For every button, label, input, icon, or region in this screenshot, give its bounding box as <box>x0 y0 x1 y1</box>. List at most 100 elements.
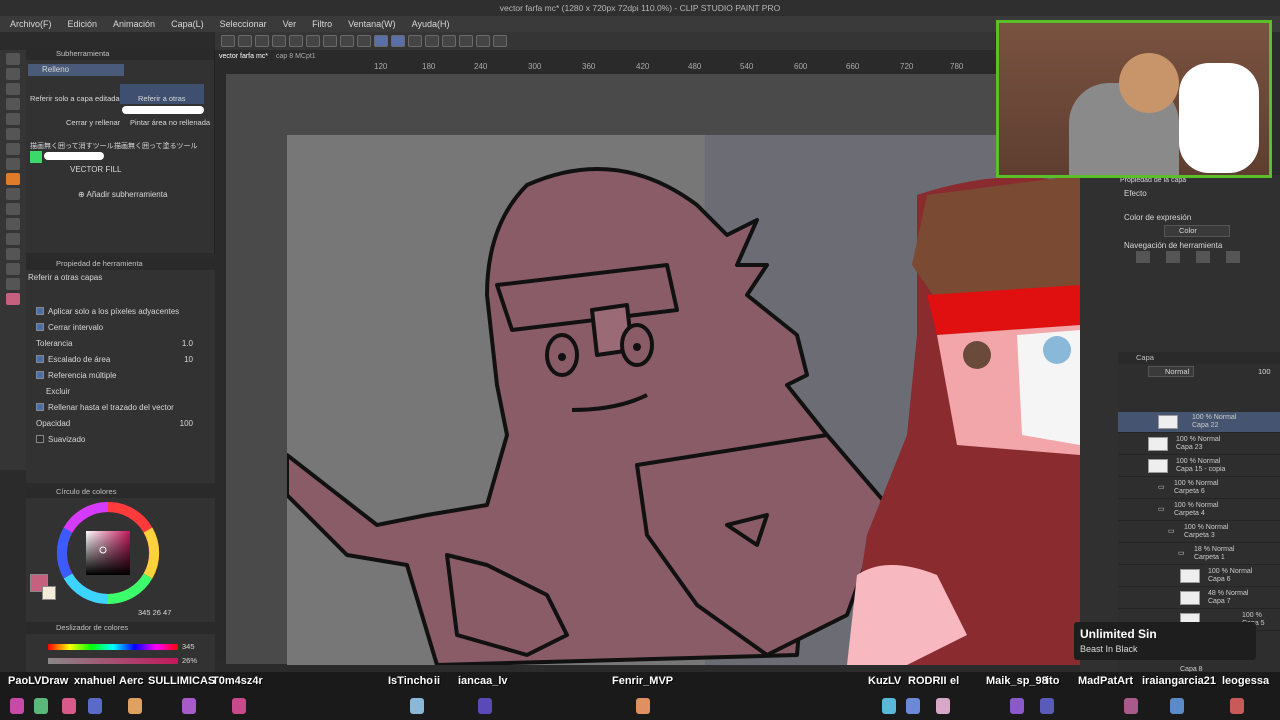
layer-row[interactable]: 48 % Normal Capa 7 <box>1118 588 1280 609</box>
nav-zoom-icon[interactable] <box>1136 251 1150 263</box>
snap-ruler-icon[interactable] <box>374 35 388 47</box>
balloon-tool-icon[interactable] <box>6 263 20 275</box>
chat-user: T0m4sz4r <box>212 675 263 687</box>
layer-name: Carpeta 4 <box>1174 510 1205 517</box>
menu-ventana[interactable]: Ventana(W) <box>348 19 396 29</box>
color-expresion-select[interactable]: Color <box>1164 225 1230 237</box>
escalado-value[interactable]: 10 <box>184 355 193 364</box>
subtool-item-referir-solo[interactable]: Referir solo a capa editada <box>30 94 120 103</box>
menu-edicion[interactable]: Edición <box>68 19 98 29</box>
subtool-item-vector-fill[interactable]: VECTOR FILL <box>70 165 121 174</box>
figure-tool-icon[interactable] <box>6 233 20 245</box>
opt-adyacentes[interactable]: Aplicar solo a los píxeles adyacentes <box>26 303 215 319</box>
opt-opacidad[interactable]: Opacidad 100 <box>26 415 215 431</box>
opt-escalado[interactable]: Escalado de área 10 <box>26 351 215 367</box>
checkbox-icon[interactable] <box>36 403 44 411</box>
blend-tool-icon[interactable] <box>6 218 20 230</box>
blend-mode-select[interactable]: Normal <box>1148 366 1194 377</box>
color-swatch-icon[interactable] <box>6 293 20 305</box>
checkbox-icon[interactable] <box>36 435 44 443</box>
rotate-icon[interactable] <box>459 35 473 47</box>
chat-sprite <box>34 698 48 714</box>
nav-brush-icon[interactable] <box>1226 251 1240 263</box>
checkbox-icon[interactable] <box>36 307 44 315</box>
menu-ayuda[interactable]: Ayuda(H) <box>412 19 450 29</box>
eyedropper-tool-icon[interactable] <box>6 113 20 125</box>
tolerancia-value[interactable]: 1.0 <box>182 339 193 348</box>
opt-cerrar-intervalo[interactable]: Cerrar intervalo <box>26 319 215 335</box>
opt-referencia[interactable]: Referencia múltiple <box>26 367 215 383</box>
transform-icon[interactable] <box>340 35 354 47</box>
nav-pen-icon[interactable] <box>1196 251 1210 263</box>
layer-row[interactable]: 100 % Normal Capa 22 <box>1118 412 1280 433</box>
opacidad-value[interactable]: 100 <box>180 419 193 428</box>
brush-tool-icon[interactable] <box>6 158 20 170</box>
new-icon[interactable] <box>221 35 235 47</box>
lasso-tool-icon[interactable] <box>6 98 20 110</box>
layer-row[interactable]: 100 % Normal Capa 23 <box>1118 434 1280 455</box>
undo-icon[interactable] <box>272 35 286 47</box>
checkbox-icon[interactable] <box>36 371 44 379</box>
folder-row[interactable]: ▭ 100 % Normal Carpeta 3 <box>1118 522 1280 543</box>
special-ruler-icon[interactable] <box>408 35 422 47</box>
hue-slider[interactable] <box>48 644 178 650</box>
clear-icon[interactable] <box>306 35 320 47</box>
flip-icon[interactable] <box>476 35 490 47</box>
chat-sprite <box>182 698 196 714</box>
fill-tool-icon[interactable] <box>6 173 20 185</box>
redo-icon[interactable] <box>289 35 303 47</box>
add-subtool-button[interactable]: ⊕ Añadir subherramienta <box>78 190 167 199</box>
song-title: Unlimited Sin <box>1080 627 1157 641</box>
line-correction-tool-icon[interactable] <box>6 278 20 290</box>
subtool-item-cerrar[interactable]: Cerrar y rellenar <box>66 118 120 127</box>
checkbox-icon[interactable] <box>36 355 44 363</box>
tab-cap-8[interactable]: cap 8 MCpt1 <box>276 53 316 60</box>
text-tool-icon[interactable] <box>6 248 20 260</box>
menu-capa[interactable]: Capa(L) <box>171 19 204 29</box>
fill-icon[interactable] <box>323 35 337 47</box>
zoom-tool-icon[interactable] <box>6 53 20 65</box>
opt-tolerancia[interactable]: Tolerancia 1.0 <box>26 335 215 351</box>
pencil-tool-icon[interactable] <box>6 143 20 155</box>
gradient-tool-icon[interactable] <box>6 188 20 200</box>
tool-property-panel: Propiedad de herramienta Referir a otras… <box>26 258 215 483</box>
open-icon[interactable] <box>238 35 252 47</box>
folder-row[interactable]: ▭ 100 % Normal Carpeta 6 <box>1118 478 1280 499</box>
menu-archivo[interactable]: Archivo(F) <box>10 19 52 29</box>
folder-row[interactable]: ▭ 100 % Normal Carpeta 4 <box>1118 500 1280 521</box>
zoom-icon[interactable] <box>442 35 456 47</box>
saturation-slider[interactable] <box>48 658 178 664</box>
subtool-item-jp2[interactable]: 描画無く囲って塗るツール <box>114 141 198 151</box>
checkbox-icon[interactable] <box>36 323 44 331</box>
opt-rellenar[interactable]: Rellenar hasta el trazado del vector <box>26 399 215 415</box>
menu-animacion[interactable]: Animación <box>113 19 155 29</box>
save-icon[interactable] <box>255 35 269 47</box>
right-character <box>847 175 1080 665</box>
menu-ver[interactable]: Ver <box>283 19 297 29</box>
move-tool-icon[interactable] <box>6 68 20 80</box>
subtool-item-jp1[interactable]: 描画無く囲って消すツール <box>30 141 114 151</box>
opt-label: Escalado de área <box>48 354 111 364</box>
folder-row[interactable]: ▭ 18 % Normal Carpeta 1 <box>1118 544 1280 565</box>
eraser-tool-icon[interactable] <box>6 203 20 215</box>
subtool-item-pintar[interactable]: Pintar área no rellenada <box>130 118 210 127</box>
deselect-icon[interactable] <box>357 35 371 47</box>
nav-move-icon[interactable] <box>1166 251 1180 263</box>
tab-vector-farfa[interactable]: vector farfa mc* <box>219 53 268 60</box>
subtool-relleno-tab[interactable]: Relleno <box>28 64 124 76</box>
opt-suavizado[interactable]: Suavizado <box>26 431 215 447</box>
crop-icon[interactable] <box>425 35 439 47</box>
artwork[interactable] <box>287 135 1080 665</box>
snap-grid-icon[interactable] <box>391 35 405 47</box>
menu-seleccionar[interactable]: Seleccionar <box>220 19 267 29</box>
grid-icon[interactable] <box>493 35 507 47</box>
pen-tool-icon[interactable] <box>6 128 20 140</box>
layer-opacity-value[interactable]: 100 <box>1258 367 1271 376</box>
opt-excluir[interactable]: Excluir <box>26 383 215 399</box>
layer-row[interactable]: 100 % Normal Capa 6 <box>1118 566 1280 587</box>
subtool-item-referir-otras[interactable]: Referir a otras capas <box>120 84 204 112</box>
hand-tool-icon[interactable] <box>6 83 20 95</box>
menu-filtro[interactable]: Filtro <box>312 19 332 29</box>
layer-row[interactable]: 100 % Normal Capa 15 - copia <box>1118 456 1280 477</box>
color-wheel[interactable] <box>41 498 175 608</box>
